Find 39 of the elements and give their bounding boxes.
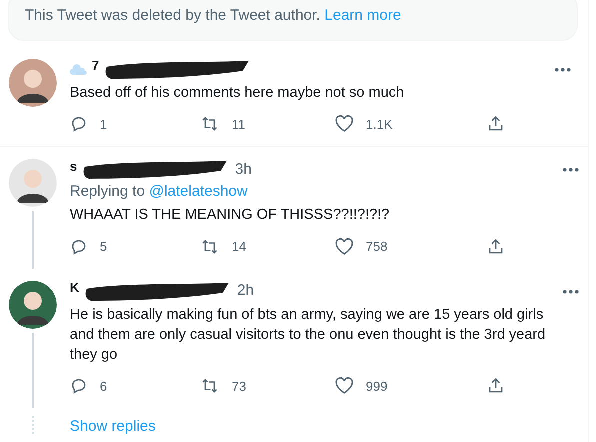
tweet-text: Based off of his comments here maybe not so much bbox=[70, 84, 406, 102]
heart-icon[interactable] bbox=[335, 115, 354, 134]
dotted-thread-line bbox=[32, 416, 34, 434]
reply-icon[interactable] bbox=[70, 377, 88, 396]
like-count: 758 bbox=[366, 238, 388, 256]
like-count: 999 bbox=[366, 378, 388, 396]
author-name[interactable]: K bbox=[70, 281, 80, 294]
retweet-icon[interactable] bbox=[200, 115, 220, 134]
retweet-count: 73 bbox=[232, 378, 246, 396]
reply-count: 1 bbox=[100, 116, 108, 134]
tweet-text: WHAAAT IS THE MEANING OF THISSS??!!?!?!? bbox=[70, 206, 391, 225]
more-icon[interactable] bbox=[562, 288, 580, 294]
retweet-count: 11 bbox=[232, 116, 246, 134]
thread-line bbox=[32, 211, 34, 268]
more-icon[interactable] bbox=[554, 66, 572, 72]
heart-icon[interactable] bbox=[335, 238, 354, 256]
replying-to-text: Replying to @latelateshow bbox=[70, 182, 249, 202]
heart-icon[interactable] bbox=[335, 377, 354, 396]
reply-icon[interactable] bbox=[70, 115, 88, 134]
reply-count: 6 bbox=[100, 378, 108, 396]
author-name[interactable]: 7 bbox=[92, 59, 100, 72]
avatar-icon[interactable] bbox=[9, 159, 57, 207]
retweet-count: 14 bbox=[232, 238, 246, 256]
tweet-time[interactable]: 2h bbox=[237, 280, 254, 303]
more-icon[interactable] bbox=[562, 167, 580, 173]
tweet-text: He is basically making fun of bts an army, saying we are 15 years old girls and them are only casual visitorts to the onu even thought is the 3rd yeard they go bbox=[70, 306, 547, 364]
author-name[interactable]: s bbox=[70, 160, 78, 172]
share-icon[interactable] bbox=[487, 115, 505, 134]
share-icon[interactable] bbox=[487, 238, 505, 256]
tweet-time[interactable]: 3h bbox=[235, 158, 252, 182]
deleted-notice: This Tweet was deleted by the Tweet author. Learn more bbox=[25, 6, 402, 26]
share-icon[interactable] bbox=[487, 377, 505, 396]
avatar-icon[interactable] bbox=[9, 280, 57, 328]
like-count: 1.1K bbox=[366, 116, 393, 134]
retweet-icon[interactable] bbox=[200, 238, 220, 256]
reply-count: 5 bbox=[100, 238, 108, 256]
avatar-icon[interactable] bbox=[9, 58, 57, 106]
retweet-icon[interactable] bbox=[200, 377, 220, 396]
reply-icon[interactable] bbox=[70, 238, 88, 256]
